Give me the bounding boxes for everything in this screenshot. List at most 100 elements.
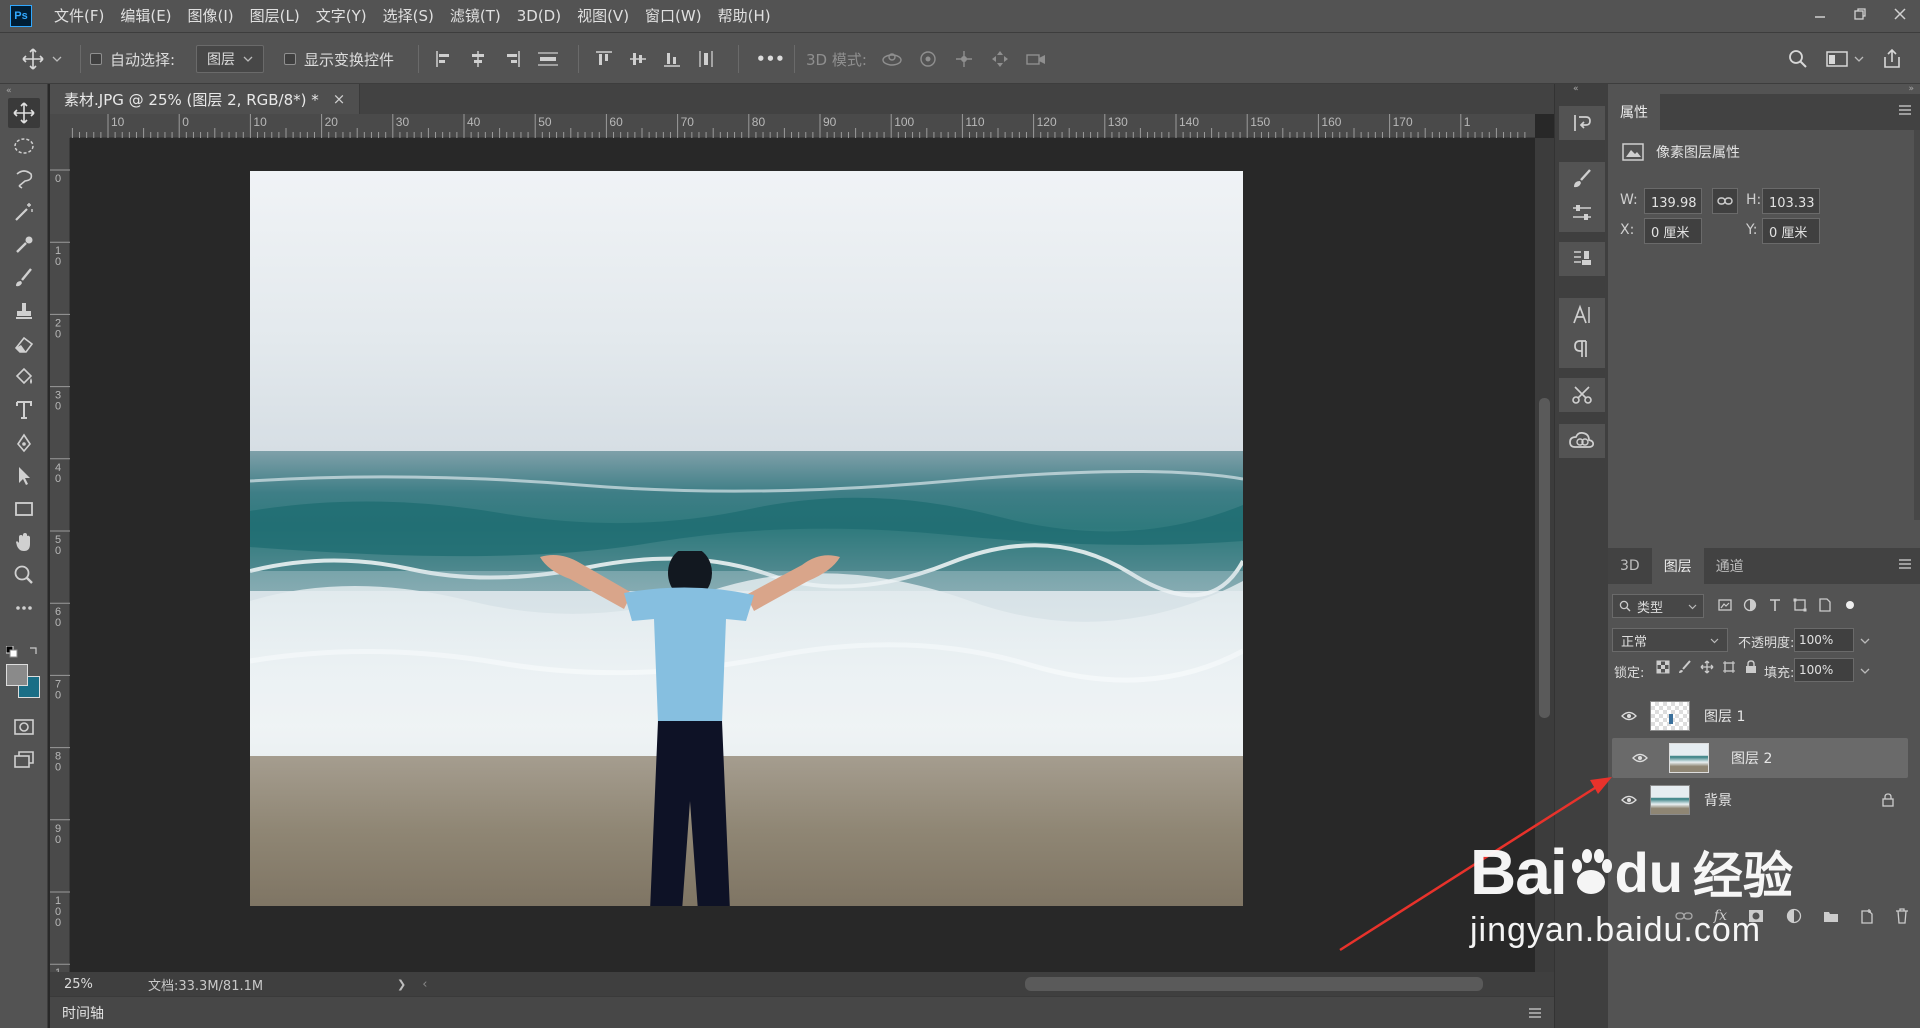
filter-toggle-icon[interactable] — [1843, 598, 1857, 612]
chevron-down-icon[interactable] — [1860, 666, 1870, 676]
clone-stamp-tool[interactable] — [8, 296, 40, 326]
scroll-thumb[interactable] — [1025, 977, 1483, 991]
align-center-icon[interactable] — [468, 49, 488, 69]
menu-file[interactable]: 文件(F) — [46, 0, 112, 32]
lock-artboard-icon[interactable] — [1722, 660, 1736, 674]
lasso-tool[interactable] — [8, 164, 40, 194]
menu-view[interactable]: 视图(V) — [569, 0, 637, 32]
menu-edit[interactable]: 编辑(E) — [112, 0, 179, 32]
3d-roll-icon[interactable] — [917, 49, 939, 69]
close-tab-button[interactable]: × — [333, 90, 346, 108]
adjustments-button[interactable] — [1559, 196, 1605, 230]
y-field[interactable]: 0 厘米 — [1762, 218, 1820, 244]
quick-mask-button[interactable] — [8, 712, 40, 742]
menu-type[interactable]: 文字(Y) — [308, 0, 375, 32]
align-top-icon[interactable] — [594, 49, 614, 69]
timeline-panel[interactable]: 时间轴 — [50, 996, 1554, 1028]
type-filter-icon[interactable] — [1768, 598, 1782, 612]
lock-position-icon[interactable] — [1700, 660, 1714, 674]
rectangle-tool[interactable] — [8, 494, 40, 524]
new-layer-icon[interactable] — [1860, 908, 1874, 924]
layer-row-2[interactable]: 图层 2 — [1612, 738, 1908, 778]
menu-window[interactable]: 窗口(W) — [637, 0, 710, 32]
align-right-icon[interactable] — [502, 49, 522, 69]
panel-menu-icon[interactable] — [1898, 104, 1912, 116]
distribute-horizontal-icon[interactable] — [536, 49, 560, 69]
zoom-tool[interactable] — [8, 560, 40, 590]
layer-filter-dropdown[interactable]: 类型 — [1612, 594, 1704, 618]
shape-filter-icon[interactable] — [1793, 598, 1807, 612]
swap-colors-icon[interactable] — [28, 644, 40, 656]
visibility-toggle[interactable] — [1612, 711, 1646, 721]
smart-object-filter-icon[interactable] — [1818, 598, 1832, 612]
document-tab[interactable]: 素材.JPG @ 25% (图层 2, RGB/8*) * × — [50, 84, 361, 114]
panel-menu-icon[interactable] — [1528, 1007, 1542, 1019]
paragraph-button[interactable] — [1559, 332, 1605, 366]
menu-filter[interactable]: 滤镜(T) — [442, 0, 509, 32]
collapse-arrows-icon[interactable]: « — [6, 86, 12, 96]
close-window-button[interactable] — [1880, 0, 1920, 28]
paint-bucket-tool[interactable] — [8, 362, 40, 392]
pixel-filter-icon[interactable] — [1718, 598, 1732, 612]
menu-select[interactable]: 选择(S) — [375, 0, 442, 32]
tab-properties[interactable]: 属性 — [1608, 94, 1660, 130]
lock-pixels-icon[interactable] — [1678, 660, 1692, 674]
workspace-switcher[interactable] — [1826, 50, 1864, 68]
horizontal-ruler[interactable]: 2010010203040506070809010011012013014015… — [70, 114, 1535, 138]
align-bottom-icon[interactable] — [662, 49, 682, 69]
3d-pan-icon[interactable] — [953, 49, 975, 69]
adjustment-filter-icon[interactable] — [1743, 598, 1757, 612]
hand-tool[interactable] — [8, 527, 40, 557]
marquee-tool[interactable] — [8, 131, 40, 161]
show-transform-checkbox[interactable]: 显示变换控件 — [284, 33, 394, 85]
magic-wand-tool[interactable] — [8, 197, 40, 227]
path-selection-tool[interactable] — [8, 461, 40, 491]
auto-select-checkbox[interactable]: 自动选择: — [90, 33, 175, 85]
type-tool[interactable] — [8, 395, 40, 425]
search-icon[interactable] — [1788, 49, 1808, 69]
3d-slide-icon[interactable] — [989, 49, 1011, 69]
width-field[interactable]: 139.98 厘米 — [1644, 188, 1702, 214]
pen-tool[interactable] — [8, 428, 40, 458]
creative-cloud-button[interactable] — [1559, 424, 1605, 458]
menu-image[interactable]: 图像(I) — [180, 0, 242, 32]
properties-scrollbar[interactable] — [1914, 130, 1920, 520]
collapse-arrows-icon[interactable]: « — [1573, 84, 1579, 94]
screen-mode-button[interactable] — [8, 745, 40, 775]
canvas-area[interactable] — [70, 138, 1535, 972]
default-colors-icon[interactable] — [6, 646, 18, 658]
visibility-toggle[interactable] — [1612, 795, 1646, 805]
menu-help[interactable]: 帮助(H) — [710, 0, 779, 32]
chevron-down-icon[interactable] — [1860, 636, 1870, 646]
auto-select-dropdown[interactable]: 图层 — [196, 33, 264, 85]
blend-mode-dropdown[interactable]: 正常 — [1612, 628, 1728, 652]
brush-settings-button[interactable] — [1559, 162, 1605, 196]
fill-field[interactable]: 100% — [1794, 658, 1854, 682]
tab-channels[interactable]: 通道 — [1704, 548, 1756, 584]
history-button[interactable] — [1559, 106, 1605, 140]
scroll-thumb[interactable] — [1539, 398, 1550, 718]
opacity-field[interactable]: 100% — [1794, 628, 1854, 652]
trash-icon[interactable] — [1895, 908, 1909, 924]
align-middle-icon[interactable] — [628, 49, 648, 69]
foreground-color-swatch[interactable] — [6, 664, 28, 686]
eyedropper-tool[interactable] — [8, 230, 40, 260]
move-tool-preset[interactable] — [22, 33, 62, 85]
lock-transparency-icon[interactable] — [1656, 660, 1670, 674]
character-button[interactable] — [1559, 298, 1605, 332]
height-field[interactable]: 103.33 厘米 — [1762, 188, 1820, 214]
brush-tool[interactable] — [8, 263, 40, 293]
panel-menu-icon[interactable] — [1898, 558, 1912, 570]
align-left-icon[interactable] — [434, 49, 454, 69]
horizontal-scrollbar[interactable] — [350, 972, 1550, 996]
menu-3d[interactable]: 3D(D) — [509, 0, 569, 32]
lock-all-icon[interactable] — [1744, 660, 1758, 674]
menu-layer[interactable]: 图层(L) — [242, 0, 308, 32]
distribute-vertical-icon[interactable] — [696, 49, 716, 69]
minimize-button[interactable] — [1800, 0, 1840, 28]
collapse-arrows-icon[interactable]: » — [1908, 84, 1914, 94]
tool-presets-button[interactable] — [1559, 378, 1605, 412]
3d-orbit-icon[interactable] — [881, 49, 903, 69]
layer-row-1[interactable]: 图层 1 — [1612, 696, 1908, 736]
more-tools-button[interactable] — [8, 593, 40, 623]
